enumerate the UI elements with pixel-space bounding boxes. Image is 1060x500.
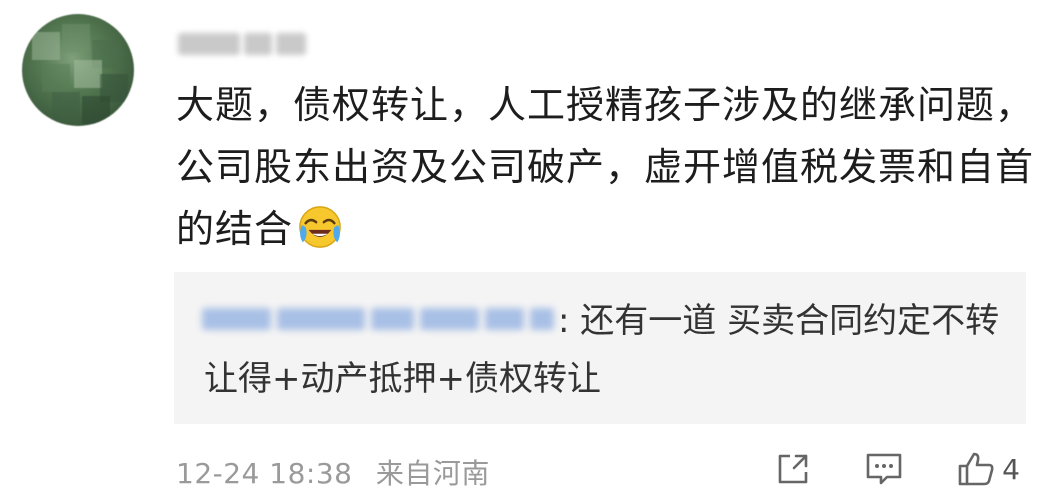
comment-meta: 12-24 18:38 来自河南 [176,452,490,492]
reply-text: : 还有一道 买卖合同约定不转让得+动产抵押+债权转让 [204,301,1000,399]
comment-body: 大题，债权转让，人工授精孩子涉及的继承问题，公司股东出资及公司破产，虚开增值税发… [176,74,1036,260]
share-button[interactable] [774,450,812,488]
share-icon [778,454,808,484]
reply-icon [866,453,902,485]
comment-actions: 4 [774,450,1020,488]
like-button[interactable]: 4 [956,450,1020,488]
comment-date: 12-24 18:38 [176,457,353,490]
laughing-crying-emoji-icon [299,206,341,248]
like-count: 4 [1002,452,1020,486]
reply-quote[interactable]: : 还有一道 买卖合同约定不转让得+动产抵押+债权转让 [174,272,1026,424]
comment-username[interactable] [178,30,346,58]
comment-location: 来自河南 [375,457,490,490]
avatar[interactable] [22,14,134,126]
reply-button[interactable] [864,450,904,488]
thumbs-up-icon [958,452,994,486]
